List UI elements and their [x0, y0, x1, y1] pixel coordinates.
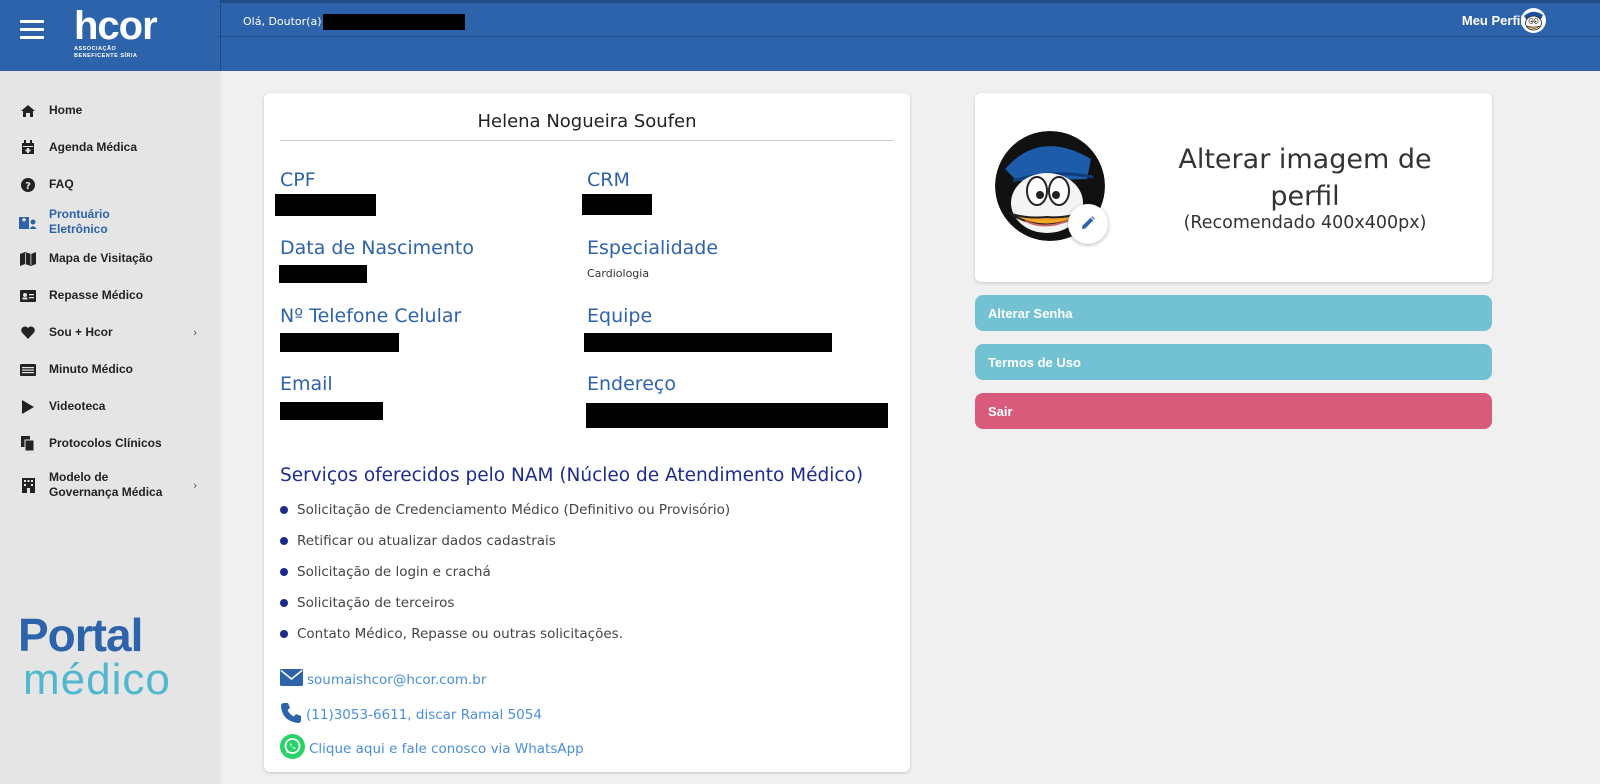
- change-image-subtitle: (Recomendado 400x400px): [1183, 213, 1427, 233]
- sidebar-item-home[interactable]: Home: [0, 92, 221, 129]
- terms-of-use-button[interactable]: Termos de Uso: [975, 344, 1492, 380]
- heart-icon: [19, 325, 37, 341]
- pencil-icon: [1081, 215, 1095, 234]
- profile-card: Helena Nogueira Soufen CPF CRM Data de N…: [264, 93, 910, 772]
- id-card-icon: [19, 288, 37, 304]
- email-label: Email: [280, 373, 333, 395]
- sidebar-item-label: Sou + Hcor: [49, 325, 113, 339]
- play-icon: [19, 399, 37, 415]
- greeting: Olá, Doutor(a): [243, 14, 465, 30]
- sidebar: hcor ASSOCIAÇÃO BENEFICENTE SÍRIA Home A…: [0, 0, 221, 784]
- redacted-birth-date: [279, 265, 367, 283]
- sidebar-item-label: Prontuário Eletrônico: [49, 206, 110, 236]
- edit-avatar-button[interactable]: [1068, 204, 1108, 244]
- question-icon: ?: [19, 177, 37, 193]
- chevron-right-icon: ›: [193, 326, 198, 339]
- my-profile-link[interactable]: Meu Perfil: [1462, 13, 1524, 28]
- list-item: Solicitação de login e crachá: [280, 556, 730, 587]
- sidebar-item-label: Repasse Médico: [49, 288, 144, 302]
- envelope-icon: [280, 669, 307, 690]
- sidebar-item-videoteca[interactable]: Videoteca: [0, 388, 221, 425]
- sidebar-item-sou-hcor[interactable]: Sou + Hcor ›: [0, 314, 221, 351]
- doctor-name: Helena Nogueira Soufen: [280, 111, 894, 141]
- sidebar-item-faq[interactable]: ? FAQ: [0, 166, 221, 203]
- redacted-doctor-name: [322, 14, 465, 30]
- sidebar-item-label: Mapa de Visitação: [49, 251, 153, 265]
- redacted-cpf: [275, 194, 376, 216]
- hcor-logo[interactable]: hcor ASSOCIAÇÃO BENEFICENTE SÍRIA: [74, 6, 158, 60]
- sidebar-item-repasse-medico[interactable]: Repasse Médico: [0, 277, 221, 314]
- specialty-label: Especialidade: [587, 237, 719, 259]
- svg-text:?: ?: [25, 181, 31, 192]
- sidebar-item-modelo-de-governanca-medica[interactable]: Modelo de Governança Médica ›: [0, 462, 221, 508]
- list-item: Retificar ou atualizar dados cadastrais: [280, 525, 730, 556]
- sidebar-item-mapa-de-visitacao[interactable]: Mapa de Visitação: [0, 240, 221, 277]
- change-image-title: Alterar imagem de perfil: [1178, 144, 1432, 212]
- list-item: Contato Médico, Repasse ou outras solici…: [280, 618, 730, 649]
- list-item: Solicitação de Credenciamento Médico (De…: [280, 494, 730, 525]
- list-item: Solicitação de terceiros: [280, 587, 730, 618]
- calendar-icon: [19, 140, 37, 156]
- profile-image-card: Alterar imagem de perfil (Recomendado 40…: [975, 93, 1492, 282]
- building-icon: [19, 477, 37, 493]
- redacted-team: [584, 333, 832, 352]
- logout-button[interactable]: Sair: [975, 393, 1492, 429]
- home-icon: [19, 103, 37, 119]
- contact-whatsapp-link[interactable]: Clique aqui e fale conosco via WhatsApp: [280, 734, 584, 763]
- sidebar-item-prontuario-eletronico[interactable]: Prontuário Eletrônico: [0, 203, 221, 240]
- map-icon: [19, 251, 37, 267]
- sidebar-item-label: Protocolos Clínicos: [49, 436, 162, 450]
- portal-medico-logo: Portal médico: [18, 609, 171, 704]
- topbar-divider: [221, 36, 1600, 37]
- sidebar-header: hcor ASSOCIAÇÃO BENEFICENTE SÍRIA: [0, 0, 221, 71]
- sidebar-item-protocolos-clinicos[interactable]: Protocolos Clínicos: [0, 425, 221, 462]
- sidebar-nav: Home Agenda Médica ? FAQ Prontuário Elet…: [0, 71, 221, 508]
- contact-phone-link[interactable]: (11)3053-6611, discar Ramal 5054: [280, 702, 542, 728]
- redacted-email: [280, 402, 383, 420]
- sidebar-item-label: Home: [49, 103, 83, 117]
- whatsapp-icon: [280, 734, 309, 763]
- services-list: Solicitação de Credenciamento Médico (De…: [280, 494, 730, 649]
- redacted-crm: [582, 194, 652, 215]
- menu-icon[interactable]: [20, 20, 44, 40]
- address-label: Endereço: [587, 373, 676, 395]
- phone-label: Nº Telefone Celular: [280, 305, 462, 327]
- chevron-right-icon: ›: [193, 478, 198, 492]
- sidebar-item-label: Agenda Médica: [49, 140, 138, 154]
- sidebar-item-label: FAQ: [49, 177, 74, 191]
- crm-label: CRM: [587, 169, 630, 191]
- sidebar-item-label: Modelo de Governança Médica: [49, 470, 163, 499]
- change-password-button[interactable]: Alterar Senha: [975, 295, 1492, 331]
- contact-email-link[interactable]: soumaishcor@hcor.com.br: [280, 669, 486, 690]
- list-icon: [19, 362, 37, 378]
- avatar[interactable]: [1521, 8, 1546, 33]
- redacted-phone: [280, 333, 399, 352]
- cpf-label: CPF: [280, 169, 316, 191]
- hospital-user-icon: [19, 214, 37, 230]
- redacted-address: [586, 403, 888, 428]
- services-title: Serviços oferecidos pelo NAM (Núcleo de …: [280, 465, 864, 486]
- topbar: Olá, Doutor(a) Meu Perfil: [221, 0, 1600, 71]
- sidebar-item-agenda-medica[interactable]: Agenda Médica: [0, 129, 221, 166]
- sidebar-item-minuto-medico[interactable]: Minuto Médico: [0, 351, 221, 388]
- documents-icon: [19, 436, 37, 452]
- sidebar-item-label: Minuto Médico: [49, 362, 133, 376]
- birth-date-label: Data de Nascimento: [280, 237, 474, 259]
- team-label: Equipe: [587, 305, 653, 327]
- sidebar-item-label: Videoteca: [49, 399, 106, 413]
- specialty-value: Cardiologia: [587, 267, 650, 280]
- phone-icon: [280, 702, 306, 728]
